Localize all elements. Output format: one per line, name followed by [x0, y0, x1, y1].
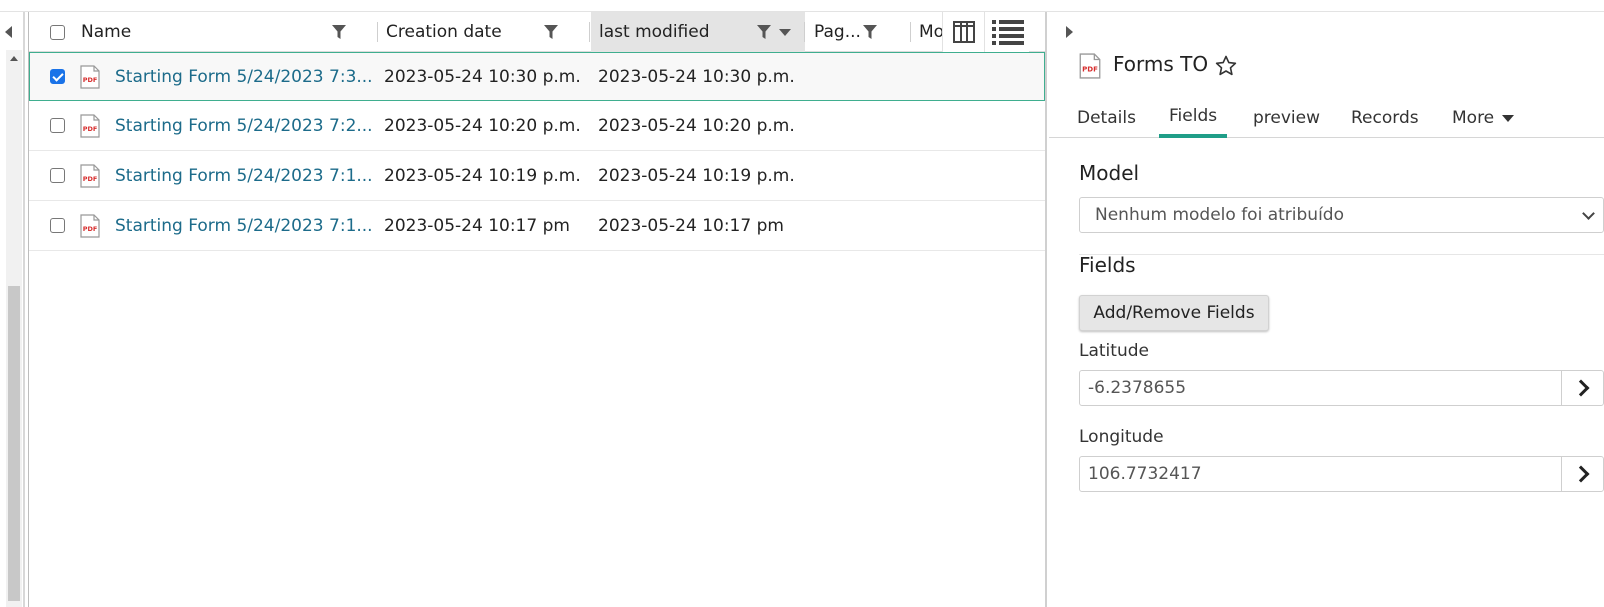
column-header-last-modified[interactable]: last modified — [591, 12, 805, 52]
list-view-icon — [992, 20, 1024, 45]
latitude-value[interactable]: -6.2378655 — [1088, 371, 1186, 405]
column-separator — [804, 22, 805, 42]
pdf-icon: PDF — [1079, 53, 1101, 79]
row-checkbox[interactable] — [50, 118, 65, 133]
model-heading: Model — [1079, 161, 1140, 185]
model-selected-value: Nenhum modelo foi atribuído — [1095, 205, 1344, 225]
row-name-link[interactable]: Starting Form 5/24/2023 7:1... — [115, 202, 373, 250]
view-options-button[interactable] — [984, 12, 1029, 52]
row-creation-date: 2023-05-24 10:17 pm — [384, 216, 570, 236]
column-separator — [589, 22, 590, 42]
sort-descending-icon[interactable] — [779, 29, 791, 36]
tab-details[interactable]: Details — [1077, 98, 1136, 138]
latitude-label: Latitude — [1079, 341, 1149, 361]
tab-label: preview — [1253, 108, 1321, 128]
chevron-right-icon[interactable] — [1561, 371, 1603, 405]
grid-header: Name Creation date last modified Pag... … — [29, 12, 1045, 52]
scroll-up-icon[interactable] — [10, 56, 18, 61]
pdf-icon: PDF — [80, 214, 100, 238]
row-name-link[interactable]: Starting Form 5/24/2023 7:1... — [115, 152, 373, 200]
section-divider — [1079, 254, 1604, 255]
star-icon[interactable] — [1214, 54, 1238, 78]
table-row[interactable]: PDF Starting Form 5/24/2023 7:3... 2023-… — [29, 52, 1045, 101]
column-header-modified-by[interactable]: Mo — [912, 12, 942, 52]
row-name-link[interactable]: Starting Form 5/24/2023 7:3... — [115, 53, 373, 101]
row-last-modified: 2023-05-24 10:19 p.m. — [598, 166, 795, 186]
svg-text:PDF: PDF — [1082, 64, 1098, 73]
vertical-scrollbar[interactable] — [6, 50, 22, 607]
table-row[interactable]: PDF Starting Form 5/24/2023 7:1... 2023-… — [29, 202, 1045, 251]
filter-icon[interactable] — [757, 25, 771, 39]
filter-icon[interactable] — [863, 25, 877, 39]
pdf-icon: PDF — [80, 164, 100, 188]
row-creation-date: 2023-05-24 10:20 p.m. — [384, 116, 581, 136]
svg-text:PDF: PDF — [83, 175, 98, 183]
filter-icon[interactable] — [332, 25, 346, 39]
svg-text:PDF: PDF — [83, 76, 98, 84]
table-row[interactable]: PDF Starting Form 5/24/2023 7:1... 2023-… — [29, 152, 1045, 201]
column-header-label: Pag... — [814, 22, 861, 42]
model-select[interactable]: Nenhum modelo foi atribuído — [1079, 197, 1604, 233]
document-grid: Name Creation date last modified Pag... … — [25, 12, 1047, 607]
column-header-label: Creation date — [386, 22, 502, 42]
row-checkbox[interactable] — [50, 168, 65, 183]
row-creation-date: 2023-05-24 10:30 p.m. — [384, 67, 581, 87]
tab-fields[interactable]: Fields — [1159, 98, 1228, 138]
fields-heading: Fields — [1079, 253, 1136, 277]
tab-preview[interactable]: preview — [1253, 98, 1320, 138]
collapse-panel-icon[interactable] — [1066, 26, 1073, 38]
column-header-pages[interactable]: Pag... — [806, 12, 911, 52]
column-header-label: last modified — [599, 22, 710, 42]
table-row[interactable]: PDF Starting Form 5/24/2023 7:2... 2023-… — [29, 102, 1045, 151]
row-last-modified: 2023-05-24 10:30 p.m. — [598, 67, 795, 87]
latitude-field[interactable]: -6.2378655 — [1079, 370, 1604, 406]
row-checkbox[interactable] — [50, 218, 65, 233]
tab-records[interactable]: Records — [1351, 98, 1419, 138]
tab-label: Details — [1077, 108, 1136, 128]
svg-text:PDF: PDF — [83, 225, 98, 233]
column-header-label: Name — [81, 22, 132, 42]
columns-icon — [953, 21, 975, 43]
tab-label: More — [1452, 108, 1495, 128]
pdf-icon: PDF — [80, 65, 100, 89]
row-last-modified: 2023-05-24 10:17 pm — [598, 216, 784, 236]
column-header-name[interactable]: Name — [73, 12, 378, 52]
scroll-thumb[interactable] — [8, 286, 20, 601]
column-separator — [910, 22, 911, 42]
chevron-down-icon — [1582, 207, 1595, 220]
add-remove-fields-button[interactable]: Add/Remove Fields — [1079, 295, 1269, 331]
tab-label: Records — [1351, 108, 1419, 128]
longitude-field[interactable]: 106.7732417 — [1079, 456, 1604, 492]
panel-title: Forms TO — [1113, 52, 1209, 76]
tab-more[interactable]: More — [1452, 98, 1515, 138]
details-panel: PDF Forms TO Details Fields preview Reco… — [1049, 12, 1604, 607]
row-last-modified: 2023-05-24 10:20 p.m. — [598, 116, 795, 136]
chevron-down-icon — [1502, 114, 1515, 122]
row-checkbox[interactable] — [50, 69, 65, 84]
row-creation-date: 2023-05-24 10:19 p.m. — [384, 166, 581, 186]
panel-tabs: Details Fields preview Records More — [1049, 98, 1604, 138]
filter-icon[interactable] — [544, 25, 558, 39]
column-header-creation-date[interactable]: Creation date — [378, 12, 590, 52]
longitude-label: Longitude — [1079, 427, 1164, 447]
chevron-right-icon[interactable] — [1561, 457, 1603, 491]
pdf-icon: PDF — [80, 114, 100, 138]
top-bar — [0, 0, 1604, 12]
tab-label: Fields — [1169, 106, 1218, 126]
collapse-left-icon[interactable] — [5, 26, 12, 38]
select-all-checkbox[interactable] — [50, 25, 65, 40]
row-name-link[interactable]: Starting Form 5/24/2023 7:2... — [115, 102, 373, 150]
svg-text:PDF: PDF — [83, 125, 98, 133]
column-chooser-button[interactable] — [942, 12, 984, 52]
column-header-label: Mo — [919, 22, 942, 42]
longitude-value[interactable]: 106.7732417 — [1088, 457, 1202, 491]
left-rail — [0, 12, 25, 607]
